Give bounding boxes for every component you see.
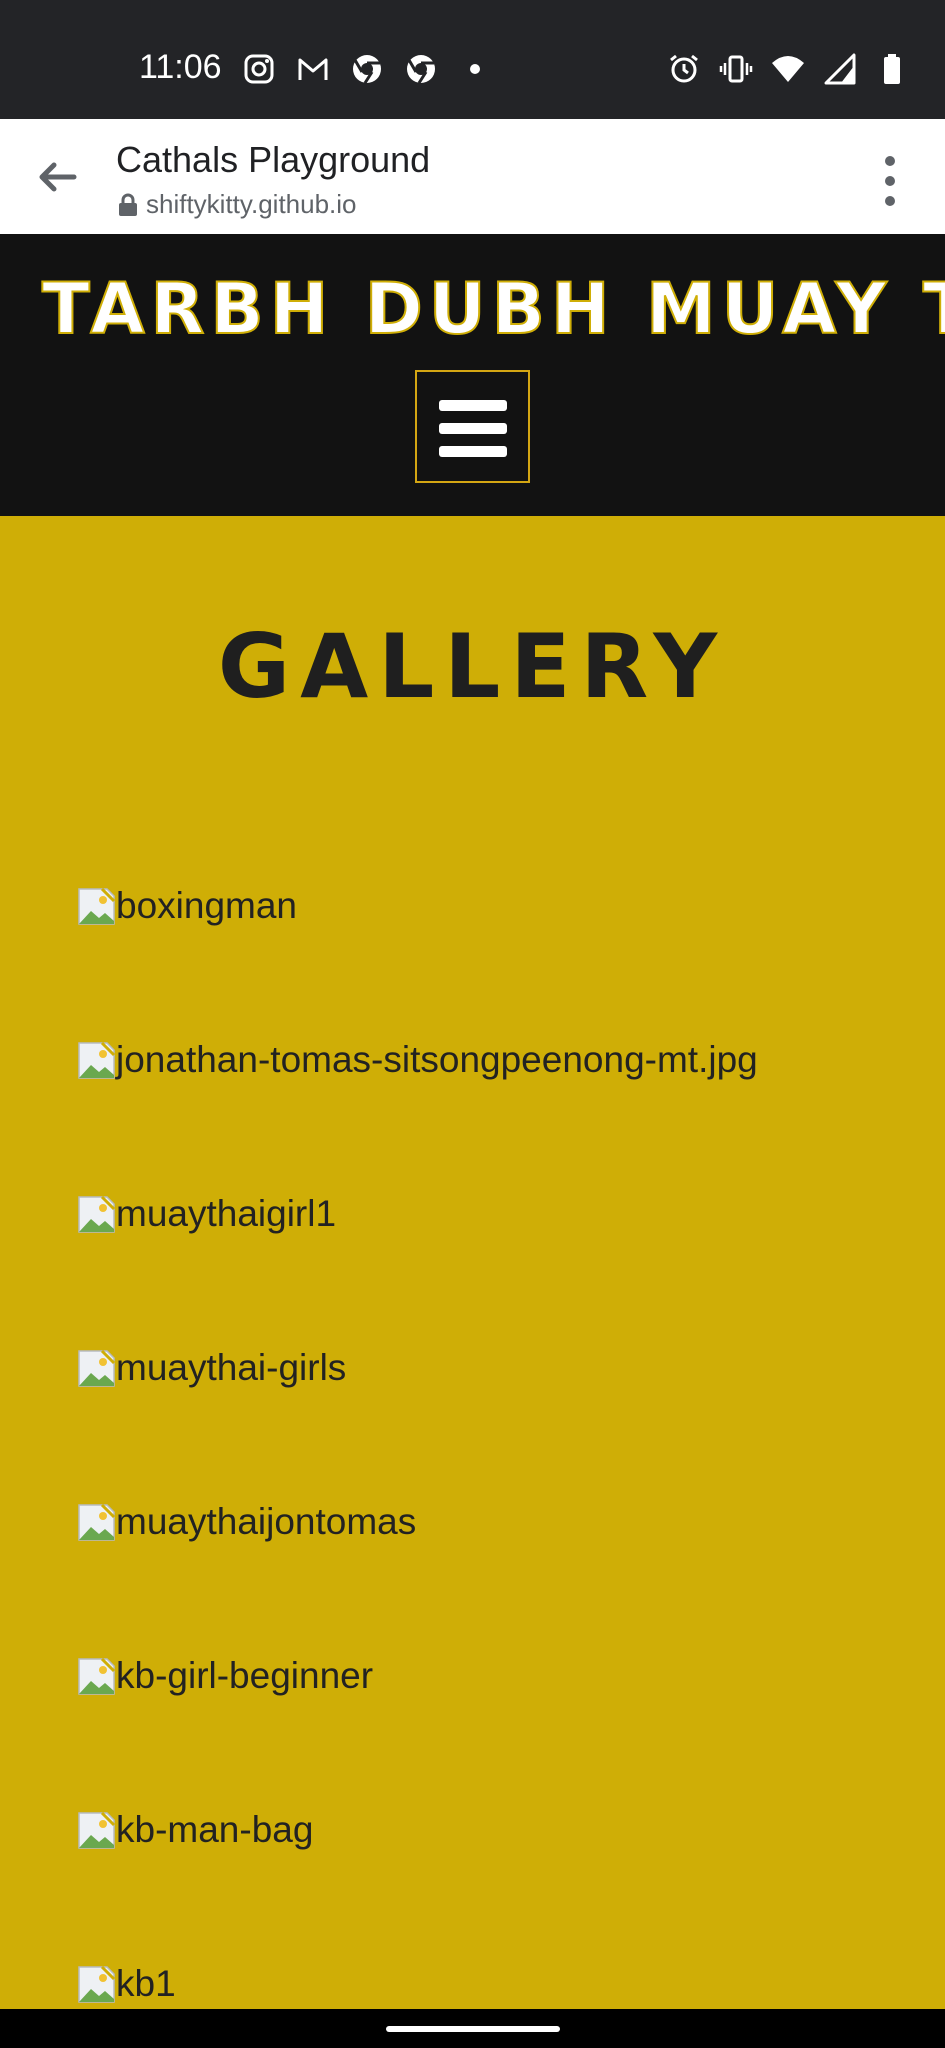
navigation-bar xyxy=(0,2009,945,2048)
chrome-icon xyxy=(407,55,435,84)
broken-image-icon xyxy=(78,1965,116,2003)
broken-image-icon xyxy=(78,1349,116,1387)
page-title: Cathals Playground xyxy=(116,139,431,180)
chrome-icon xyxy=(353,55,381,84)
browser-toolbar: Cathals Playground shiftykitty.github.io xyxy=(0,119,945,235)
signal-icon xyxy=(824,53,856,85)
clock: 11:06 xyxy=(139,48,222,86)
url-bar[interactable]: shiftykitty.github.io xyxy=(118,189,357,220)
gmail-icon xyxy=(298,58,328,80)
gallery-image: kb1 xyxy=(77,1963,176,2005)
url-text: shiftykitty.github.io xyxy=(146,189,357,219)
image-alt-text: jonathan-tomas-sitsongpeenong-mt.jpg xyxy=(116,1039,758,1080)
gallery-image: jonathan-tomas-sitsongpeenong-mt.jpg xyxy=(77,1039,758,1081)
gallery-image: muaythaigirl1 xyxy=(77,1193,336,1235)
instagram-icon xyxy=(244,54,274,84)
image-alt-text: muaythaijontomas xyxy=(116,1501,417,1542)
battery-icon xyxy=(884,54,900,84)
back-arrow-icon[interactable] xyxy=(30,154,84,200)
menu-bar xyxy=(439,400,507,411)
gallery-image: kb-girl-beginner xyxy=(77,1655,373,1697)
hamburger-menu-button[interactable] xyxy=(415,370,530,483)
menu-bar xyxy=(439,423,507,434)
broken-image-icon xyxy=(78,1811,116,1849)
gallery-image: boxingman xyxy=(77,885,297,927)
gallery-heading: GALLERY xyxy=(217,615,728,718)
alarm-icon xyxy=(670,54,698,83)
more-vert-icon[interactable] xyxy=(879,153,901,209)
image-alt-text: muaythai-girls xyxy=(116,1347,347,1388)
lock-icon xyxy=(119,193,137,216)
gesture-handle[interactable] xyxy=(386,2026,560,2032)
site-header: TARBH DUBH MUAY THAI xyxy=(0,234,945,516)
wifi-icon xyxy=(772,56,804,82)
image-alt-text: kb-man-bag xyxy=(116,1809,314,1850)
broken-image-icon xyxy=(78,887,116,925)
broken-image-icon xyxy=(78,1041,116,1079)
status-bar: 11:06 xyxy=(0,0,945,119)
gallery-image: muaythai-girls xyxy=(77,1347,346,1389)
menu-bar xyxy=(439,446,507,457)
gallery-image: kb-man-bag xyxy=(77,1809,313,1851)
site-brand[interactable]: TARBH DUBH MUAY THAI xyxy=(41,267,945,351)
image-alt-text: kb1 xyxy=(116,1963,176,2004)
broken-image-icon xyxy=(78,1657,116,1695)
broken-image-icon xyxy=(78,1195,116,1233)
broken-image-icon xyxy=(78,1503,116,1541)
image-alt-text: kb-girl-beginner xyxy=(116,1655,374,1696)
gallery-image: muaythaijontomas xyxy=(77,1501,416,1543)
dot-icon xyxy=(470,64,480,74)
vibrate-icon xyxy=(719,55,753,83)
image-alt-text: muaythaigirl1 xyxy=(116,1193,337,1234)
image-alt-text: boxingman xyxy=(116,885,298,926)
